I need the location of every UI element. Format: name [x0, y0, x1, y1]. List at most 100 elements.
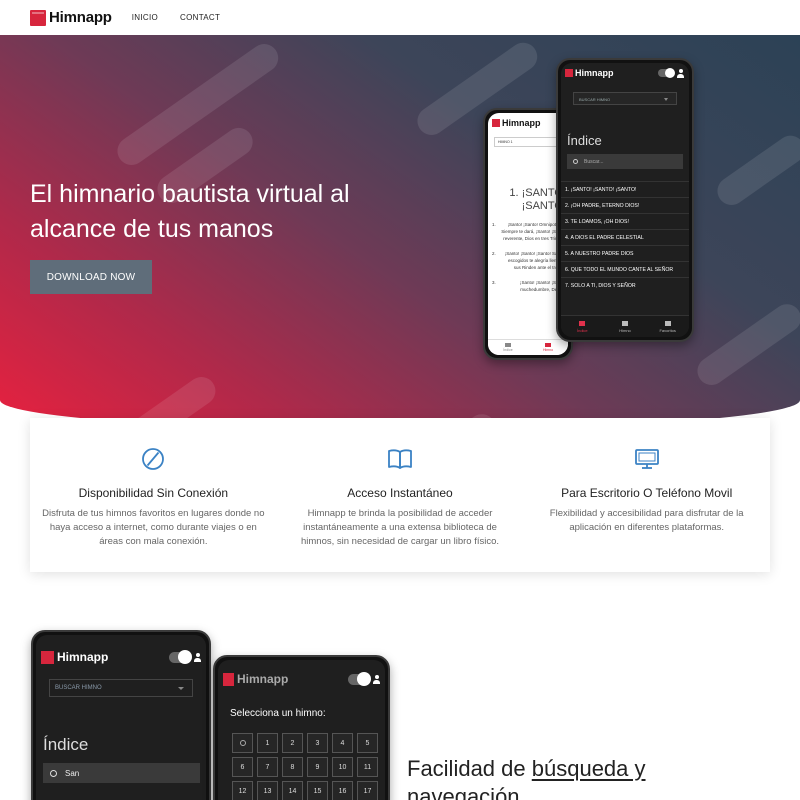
hymn-number-button[interactable]: 17	[357, 781, 378, 800]
feature-title: Disponibilidad Sin Conexión	[78, 486, 229, 500]
list-item[interactable]: 3. TE LOAMOS, ¡OH DIOS!	[561, 213, 689, 229]
hymn-select[interactable]: BUSCAR HIMNO	[573, 92, 677, 105]
tab-indice[interactable]: Índice	[488, 340, 528, 355]
bottom-nav: Índice Himno Favoritos	[561, 315, 689, 337]
book-logo-icon	[565, 69, 573, 77]
hymn-number-button[interactable]: 4	[332, 733, 353, 753]
hero-phone-dark: Himnapp BUSCAR HIMNO Índice Buscar... 1.…	[556, 58, 694, 342]
feature-title: Acceso Instantáneo	[347, 486, 453, 500]
indice-heading: Índice	[567, 133, 602, 148]
user-icon[interactable]	[677, 68, 684, 78]
hymn-number-button[interactable]: 11	[357, 757, 378, 777]
theme-toggle[interactable]	[169, 649, 192, 664]
page: Himnapp INICIO CONTACT El himnario bauti…	[0, 0, 800, 800]
list-icon	[579, 320, 586, 326]
phone-brand: Himnapp	[575, 68, 614, 78]
tab-himno[interactable]: Himno	[604, 316, 647, 337]
hymn-number-button[interactable]: 3	[307, 733, 328, 753]
feature-instant: Acceso Instantáneo Himnapp te brinda la …	[277, 418, 524, 572]
brand-link[interactable]: Himnapp	[30, 9, 112, 26]
phone-screen: Himnapp BUSCAR HIMNO Índice San	[36, 635, 206, 800]
nav-link-contact[interactable]: CONTACT	[180, 13, 220, 22]
slash-circle-icon	[42, 444, 265, 474]
list-icon	[505, 343, 511, 347]
hymn-number-button[interactable]: 7	[257, 757, 278, 777]
navbar: Himnapp INICIO CONTACT	[0, 0, 800, 35]
book-logo-icon	[30, 9, 46, 26]
grid-search-button[interactable]	[232, 733, 253, 753]
open-book-icon	[289, 444, 512, 474]
hymn-select[interactable]: BUSCAR HIMNO	[49, 679, 193, 697]
bottom-nav: Índice Himno	[488, 339, 568, 355]
hymn-number-button[interactable]: 5	[357, 733, 378, 753]
hymn-number-button[interactable]: 2	[282, 733, 303, 753]
phone-header: Himnapp	[36, 635, 206, 679]
feature-platforms: Para Escritorio O Teléfono Movil Flexibi…	[523, 418, 770, 572]
search-icon	[573, 159, 578, 164]
list-item[interactable]: 5. A NUESTRO PADRE DIOS	[561, 245, 689, 261]
tab-label: Himno	[619, 327, 631, 333]
hymn-number-button[interactable]: 14	[282, 781, 303, 800]
verse-number: 1.	[492, 222, 496, 227]
book-logo-icon	[223, 672, 234, 686]
hymn-number-button[interactable]: 10	[332, 757, 353, 777]
section-title: Facilidad de búsqueda y navegación	[407, 755, 646, 800]
hymn-number-button[interactable]: 13	[257, 781, 278, 800]
tab-indice[interactable]: Índice	[561, 316, 604, 337]
tab-favoritos[interactable]: Favoritos	[646, 316, 689, 337]
list-item[interactable]: 2. ¡OH PADRE, ETERNO DIOS!	[561, 197, 689, 213]
indice-heading: Índice	[43, 735, 89, 754]
hymn-number-button[interactable]: 1	[257, 733, 278, 753]
book-icon	[545, 343, 551, 347]
heart-icon	[664, 320, 671, 326]
feature-title: Para Escritorio O Teléfono Movil	[561, 486, 733, 500]
download-button[interactable]: DOWNLOAD NOW	[30, 260, 152, 294]
hymn-number-button[interactable]: 6	[232, 757, 253, 777]
feature-description: Flexibilidad y accesibilidad para disfru…	[549, 508, 744, 533]
search-input[interactable]: San	[43, 763, 200, 783]
verse-number: 3.	[492, 280, 496, 285]
phone-brand: Himnapp	[57, 650, 109, 664]
tab-himno[interactable]: Himno	[528, 340, 568, 355]
hymn-select[interactable]: HIMNO 1	[494, 137, 562, 147]
tab-label: Favoritos	[659, 327, 676, 333]
features-card: Disponibilidad Sin Conexión Disfruta de …	[30, 418, 770, 572]
phone-header: Himnapp	[561, 63, 689, 83]
list-item[interactable]: 4. A DIOS EL PADRE CELESTIAL	[561, 229, 689, 245]
book-logo-icon	[41, 650, 54, 664]
hymn-number-button[interactable]: 8	[282, 757, 303, 777]
tab-label: Índice	[503, 348, 513, 352]
list-item[interactable]: 1. ¡SANTO! ¡SANTO! ¡SANTO!	[561, 181, 689, 197]
number-grid-phone: Himnapp Selecciona un himno: 1 2 3 4 5 6 7 8 9 10…	[213, 655, 390, 800]
hymn-number-button[interactable]: 15	[307, 781, 328, 800]
section-title-prefix: Facilidad de	[407, 756, 532, 781]
search-icon	[239, 740, 246, 746]
search-input[interactable]: Buscar...	[567, 154, 683, 169]
hymn-number-button[interactable]: 16	[332, 781, 353, 800]
list-item[interactable]: 6. QUE TODO EL MUNDO CANTE AL SEÑOR	[561, 261, 689, 277]
select-hymn-label: Selecciona un himno:	[230, 708, 326, 719]
list-item[interactable]: 7. SOLO A TI, DIOS Y SEÑOR	[561, 277, 689, 293]
phone-header: Himnapp	[218, 660, 385, 698]
theme-toggle[interactable]	[658, 68, 675, 78]
theme-toggle[interactable]	[348, 671, 371, 686]
phone-screen: Himnapp BUSCAR HIMNO Índice Buscar... 1.…	[561, 63, 689, 337]
search-icon	[50, 769, 57, 777]
search-phone: Himnapp BUSCAR HIMNO Índice San	[31, 630, 211, 800]
decor-streak	[691, 298, 800, 391]
monitor-icon	[535, 444, 758, 474]
user-icon[interactable]	[373, 674, 380, 684]
hymn-list: 1. ¡SANTO! ¡SANTO! ¡SANTO! 2. ¡OH PADRE,…	[561, 181, 689, 293]
phone-brand: Himnapp	[237, 672, 289, 686]
tab-label: Índice	[576, 327, 588, 333]
hymn-number-button[interactable]: 12	[232, 781, 253, 800]
decor-streak	[711, 130, 800, 211]
hero-title: El himnario bautista virtual al alcance …	[30, 180, 350, 243]
hymn-number-button[interactable]: 9	[307, 757, 328, 777]
user-icon[interactable]	[194, 652, 201, 662]
phone-screen: Himnapp Selecciona un himno: 1 2 3 4 5 6 7 8 9 10…	[218, 660, 385, 800]
phone-brand: Himnapp	[502, 118, 541, 128]
book-logo-icon	[492, 119, 500, 127]
section-title-line2: navegación	[407, 784, 520, 800]
nav-link-inicio[interactable]: INICIO	[132, 13, 158, 22]
